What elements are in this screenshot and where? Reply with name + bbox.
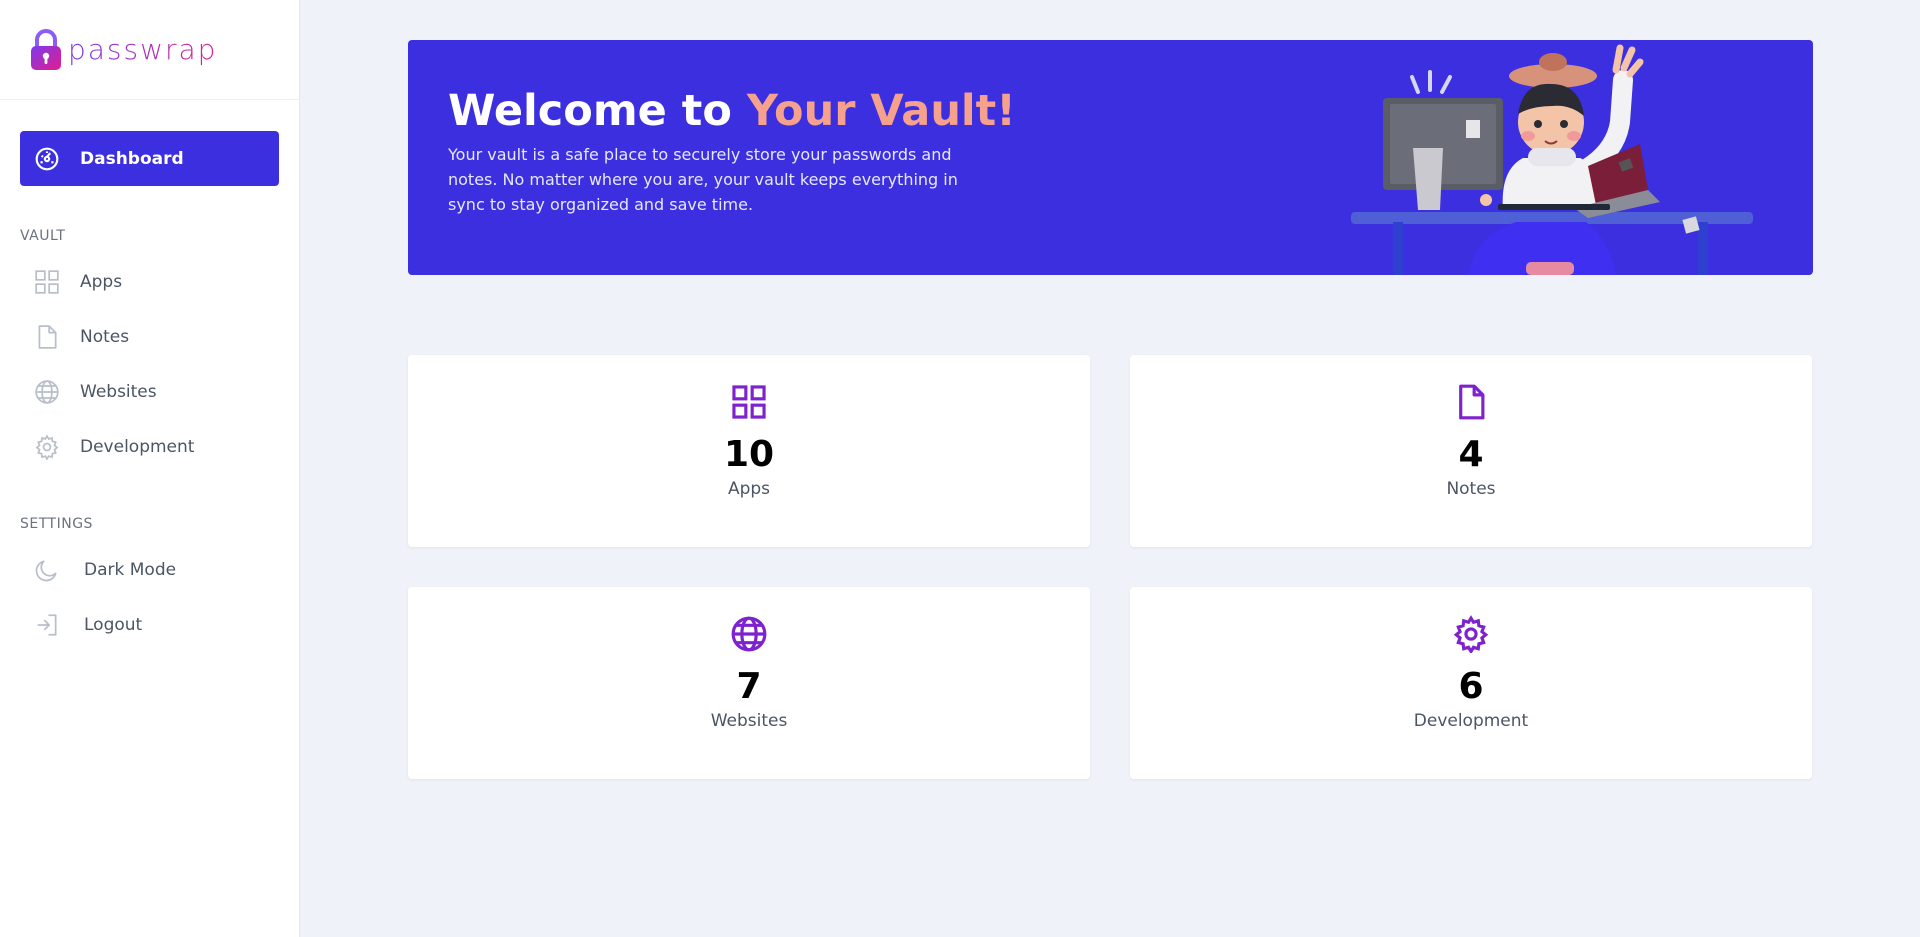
banner-description: Your vault is a safe place to securely s… [448, 145, 958, 214]
stat-count: 4 [1458, 434, 1484, 475]
sidebar-item-dashboard[interactable]: Dashboard [20, 131, 279, 186]
stat-count: 6 [1458, 666, 1484, 707]
sidebar-item-apps[interactable]: Apps [20, 254, 279, 309]
sidebar-item-websites[interactable]: Websites [20, 364, 279, 419]
section-label-vault: VAULT [20, 228, 66, 244]
stat-count: 7 [736, 666, 762, 707]
sidebar-item-label: Dark Mode [84, 559, 177, 580]
stat-label: Development [1413, 711, 1529, 731]
logout-icon [37, 613, 57, 636]
gear-icon [35, 434, 59, 460]
sidebar-nav: Dashboard VAULT Apps Notes Websites Deve… [0, 131, 299, 652]
sidebar: passwrap Dashboard VAULT Apps Notes Webs… [0, 0, 300, 937]
document-icon [38, 324, 57, 349]
stat-label: Apps [727, 479, 771, 499]
moon-icon [35, 559, 57, 581]
globe-icon [35, 379, 59, 404]
brand-name: passwrap [68, 33, 218, 66]
sidebar-item-label: Apps [80, 271, 123, 292]
banner-title: Welcome to Your Vault! [448, 86, 1016, 136]
sidebar-item-label: Websites [80, 381, 157, 402]
banner-title-prefix: Welcome to [448, 86, 732, 136]
stat-count: 10 [723, 434, 775, 475]
banner-title-accent: Your Vault! [746, 86, 1016, 136]
stat-card-websites[interactable]: 7 Websites [408, 587, 1090, 779]
dashboard-icon [35, 147, 59, 170]
sidebar-item-label: Dashboard [80, 148, 184, 169]
document-icon [1459, 384, 1485, 420]
sidebar-item-logout[interactable]: Logout [20, 597, 279, 652]
sidebar-item-label: Notes [80, 326, 130, 347]
grid-icon [35, 269, 59, 294]
logo[interactable]: passwrap [0, 0, 299, 100]
stat-label: Websites [710, 711, 788, 731]
stat-label: Notes [1446, 479, 1496, 499]
person-at-desk-illustration [1351, 44, 1753, 275]
sidebar-item-dark-mode[interactable]: Dark Mode [20, 542, 279, 597]
sidebar-item-label: Development [80, 436, 195, 457]
sidebar-item-label: Logout [84, 614, 143, 635]
sidebar-item-notes[interactable]: Notes [20, 309, 279, 364]
welcome-banner: Welcome to Your Vault! Your vault is a s… [408, 40, 1813, 275]
stat-card-notes[interactable]: 4 Notes [1130, 355, 1812, 547]
sidebar-item-development[interactable]: Development [20, 419, 279, 474]
stat-card-apps[interactable]: 10 Apps [408, 355, 1090, 547]
section-label-settings: SETTINGS [20, 516, 93, 532]
lock-logo-icon [31, 28, 61, 70]
grid-icon [732, 385, 766, 419]
stat-card-development[interactable]: 6 Development [1130, 587, 1812, 779]
gear-icon [1453, 615, 1489, 653]
globe-icon [731, 616, 767, 652]
